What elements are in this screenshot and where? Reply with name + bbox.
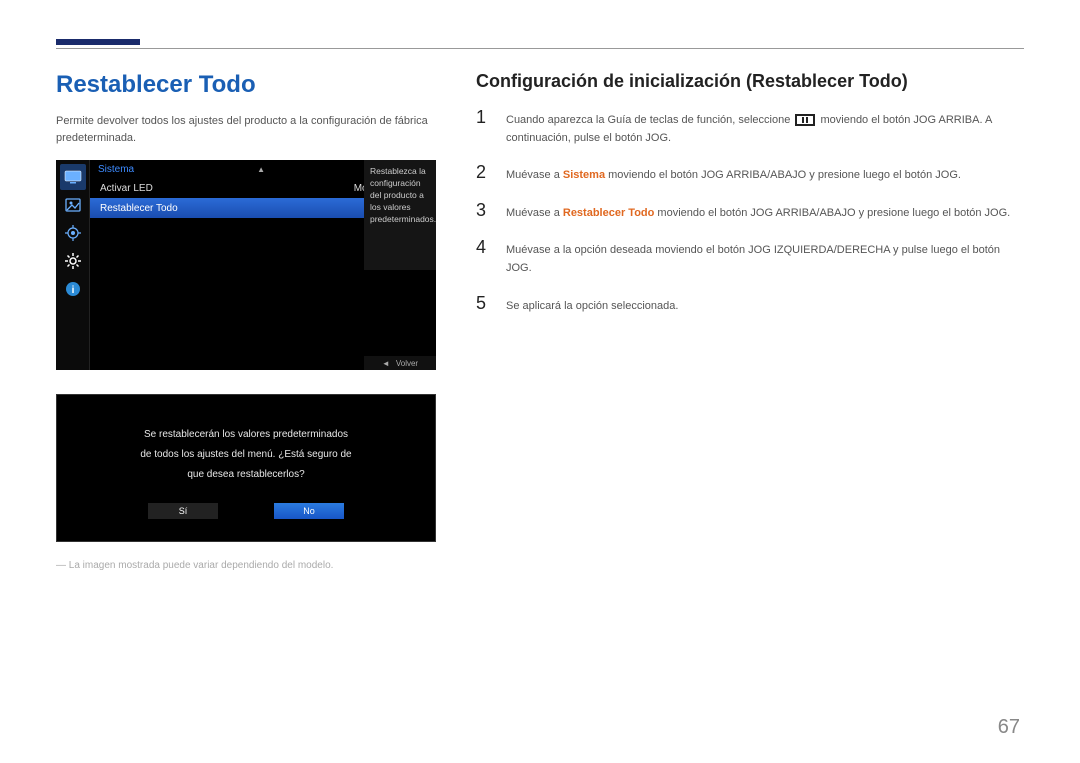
back-arrow-icon: ◄ <box>382 359 390 368</box>
target-icon <box>60 220 86 246</box>
step: 1 Cuando aparezca la Guía de teclas de f… <box>476 108 1024 147</box>
osd-title: Sistema <box>98 164 134 175</box>
osd-main: Sistema ▲ Activar LED Modo de espera Res… <box>90 160 436 370</box>
step-text: Cuando aparezca la Guía de teclas de fun… <box>506 108 1024 147</box>
info-icon: i <box>60 276 86 302</box>
dialog-line: de todos los ajustes del menú. ¿Está seg… <box>77 445 415 465</box>
osd-screenshot: i Sistema ▲ Activar LED Modo de espera <box>56 160 436 370</box>
confirm-dialog: Se restablecerán los valores predetermin… <box>56 394 436 542</box>
footnote: ― La imagen mostrada puede variar depend… <box>56 560 436 571</box>
svg-text:i: i <box>71 285 74 296</box>
step-text: Se aplicará la opción seleccionada. <box>506 294 1024 316</box>
step: 3 Muévase a Restablecer Todo moviendo el… <box>476 201 1024 223</box>
osd-row-label: Activar LED <box>100 183 153 194</box>
step-number: 4 <box>476 238 494 258</box>
step-number: 2 <box>476 163 494 183</box>
step: 4 Muévase a la opción deseada moviendo e… <box>476 238 1024 277</box>
section-heading: Restablecer Todo <box>56 71 436 99</box>
chapter-accent <box>56 39 140 45</box>
menu-icon <box>795 114 815 126</box>
step-text: Muévase a Restablecer Todo moviendo el b… <box>506 201 1024 223</box>
step-text: Muévase a Sistema moviendo el botón JOG … <box>506 163 1024 185</box>
procedure-heading: Configuración de inicialización (Restabl… <box>476 71 1024 92</box>
step-text: Muévase a la opción deseada moviendo el … <box>506 238 1024 277</box>
step: 2 Muévase a Sistema moviendo el botón JO… <box>476 163 1024 185</box>
gear-icon <box>60 248 86 274</box>
step-number: 5 <box>476 294 494 314</box>
osd-footer: ◄ Volver <box>364 356 436 370</box>
osd-up-arrow-icon: ▲ <box>257 165 265 174</box>
osd-back-label: Volver <box>396 359 418 368</box>
page-top-rule <box>56 48 1024 49</box>
step-number: 1 <box>476 108 494 128</box>
page-number: 67 <box>998 716 1020 739</box>
display-icon <box>60 164 86 190</box>
dialog-line: Se restablecerán los valores predetermin… <box>77 425 415 445</box>
dialog-yes-button[interactable]: Sí <box>148 503 218 519</box>
step-number: 3 <box>476 201 494 221</box>
osd-description: Restablezca la configuración del product… <box>364 160 436 270</box>
dialog-no-button[interactable]: No <box>274 503 344 519</box>
osd-sidebar: i <box>56 160 90 370</box>
osd-row-label: Restablecer Todo <box>100 203 178 214</box>
step: 5 Se aplicará la opción seleccionada. <box>476 294 1024 316</box>
section-intro: Permite devolver todos los ajustes del p… <box>56 113 436 146</box>
picture-icon <box>60 192 86 218</box>
dialog-line: que desea restablecerlos? <box>77 465 415 485</box>
